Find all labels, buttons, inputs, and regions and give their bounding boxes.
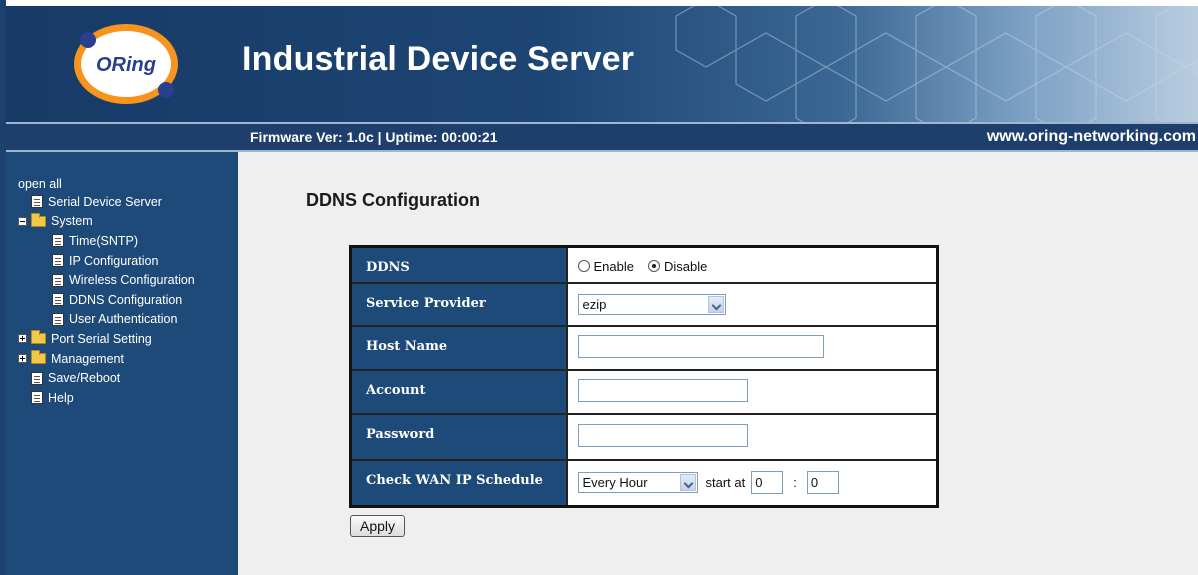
open-all-label: open all <box>18 177 62 191</box>
sidebar-item-time-sntp[interactable]: Time(SNTP) <box>18 231 195 251</box>
account-input[interactable] <box>577 378 748 402</box>
folder-icon <box>31 330 46 345</box>
table-row-account: Account <box>349 368 939 415</box>
host-name-input[interactable] <box>577 334 824 358</box>
sidebar-item-label: IP Configuration <box>69 253 159 268</box>
password-value-cell <box>565 412 939 461</box>
document-icon <box>52 273 64 287</box>
start-minute-input[interactable]: 0 <box>806 471 839 495</box>
account-label: Account <box>349 368 568 415</box>
sidebar-item-system[interactable]: System <box>18 212 195 232</box>
table-row-password: Password <box>349 412 939 461</box>
table-row-service-provider: Service Provider ezip <box>349 281 939 327</box>
sidebar-item-serial-device-server[interactable]: Serial Device Server <box>18 192 195 212</box>
ddns-label: DDNS <box>349 245 568 284</box>
document-icon <box>31 371 43 385</box>
ddns-config-table: DDNS Enable Disable Service Provider ezi… <box>349 245 939 508</box>
service-provider-value-cell: ezip <box>565 281 939 327</box>
hexagon-pattern <box>675 6 1198 122</box>
product-title: Industrial Device Server <box>242 40 635 78</box>
service-provider-selected: ezip <box>582 296 607 312</box>
sidebar-item-ddns-configuration[interactable]: DDNS Configuration <box>18 290 195 310</box>
table-row-host-name: Host Name <box>349 324 939 371</box>
sidebar-item-label: Port Serial Setting <box>51 331 152 346</box>
apply-button[interactable]: Apply <box>350 515 405 537</box>
time-separator: : <box>793 475 797 491</box>
password-label: Password <box>349 412 568 461</box>
start-at-label: start at <box>705 475 746 491</box>
document-icon <box>52 293 64 307</box>
table-row-check-wan-ip-schedule: Check WAN IP Schedule Every Hour start a… <box>349 458 939 508</box>
disable-label: Disable <box>663 258 708 274</box>
website-link[interactable]: www.oring-networking.com <box>987 128 1196 146</box>
sidebar-item-label: Time(SNTP) <box>69 233 138 248</box>
document-icon <box>52 312 64 326</box>
table-row-ddns: DDNS Enable Disable <box>349 245 939 284</box>
sidebar-item-label: DDNS Configuration <box>69 292 183 307</box>
nav-tree: open all Serial Device Server System Tim… <box>18 176 195 408</box>
chevron-down-icon[interactable] <box>679 474 696 492</box>
sidebar-item-port-serial-setting[interactable]: Port Serial Setting <box>18 329 195 349</box>
account-value-cell <box>565 368 939 415</box>
service-provider-select[interactable]: ezip <box>577 293 726 315</box>
schedule-selected: Every Hour <box>582 475 648 491</box>
folder-icon <box>31 350 46 365</box>
schedule-select[interactable]: Every Hour <box>577 472 698 494</box>
sidebar-item-management[interactable]: Management <box>18 349 195 369</box>
start-hour-input[interactable]: 0 <box>751 471 784 495</box>
password-input[interactable] <box>577 423 748 447</box>
main-content: DDNS Configuration DDNS Enable Disable S… <box>238 152 1198 575</box>
schedule-label: Check WAN IP Schedule <box>349 458 568 508</box>
open-all-link[interactable]: open all <box>18 176 195 192</box>
sidebar-item-label: Management <box>51 351 124 366</box>
sidebar-item-label: Save/Reboot <box>48 371 121 386</box>
header-banner: ORing Industrial Device Server <box>6 6 1198 122</box>
sidebar: open all Serial Device Server System Tim… <box>6 152 238 575</box>
page-title: DDNS Configuration <box>306 190 480 210</box>
document-icon <box>31 195 43 209</box>
host-name-label: Host Name <box>349 324 568 371</box>
sidebar-item-label: Wireless Configuration <box>69 273 195 288</box>
sidebar-item-label: System <box>51 214 93 229</box>
document-icon <box>31 391 43 405</box>
schedule-value-cell: Every Hour start at 0 : 0 <box>565 458 939 508</box>
sidebar-item-wireless-configuration[interactable]: Wireless Configuration <box>18 270 195 290</box>
service-provider-label: Service Provider <box>349 281 568 327</box>
expand-toggle-icon[interactable] <box>18 354 27 364</box>
chevron-down-icon[interactable] <box>707 295 724 313</box>
folder-open-icon <box>31 212 46 227</box>
sidebar-item-label: Serial Device Server <box>48 194 162 209</box>
sidebar-item-label: User Authentication <box>69 312 178 327</box>
enable-label: Enable <box>593 258 634 274</box>
firmware-uptime: Firmware Ver: 1.0c | Uptime: 00:00:21 <box>250 129 498 145</box>
sidebar-item-ip-configuration[interactable]: IP Configuration <box>18 251 195 271</box>
oring-logo: ORing <box>68 18 186 110</box>
host-name-value-cell <box>565 324 939 371</box>
expand-toggle-icon[interactable] <box>18 334 27 344</box>
document-icon <box>52 254 64 268</box>
document-icon <box>52 234 64 248</box>
enable-radio[interactable] <box>577 260 590 273</box>
disable-radio[interactable] <box>647 260 660 273</box>
collapse-toggle-icon[interactable] <box>18 216 27 226</box>
sidebar-item-help[interactable]: Help <box>18 388 195 408</box>
logo-text: ORing <box>96 54 156 76</box>
sidebar-item-save-reboot[interactable]: Save/Reboot <box>18 368 195 388</box>
sidebar-item-user-authentication[interactable]: User Authentication <box>18 310 195 330</box>
status-strip: Firmware Ver: 1.0c | Uptime: 00:00:21 ww… <box>6 122 1198 152</box>
sidebar-item-label: Help <box>48 390 74 405</box>
ddns-value-cell: Enable Disable <box>565 245 939 284</box>
